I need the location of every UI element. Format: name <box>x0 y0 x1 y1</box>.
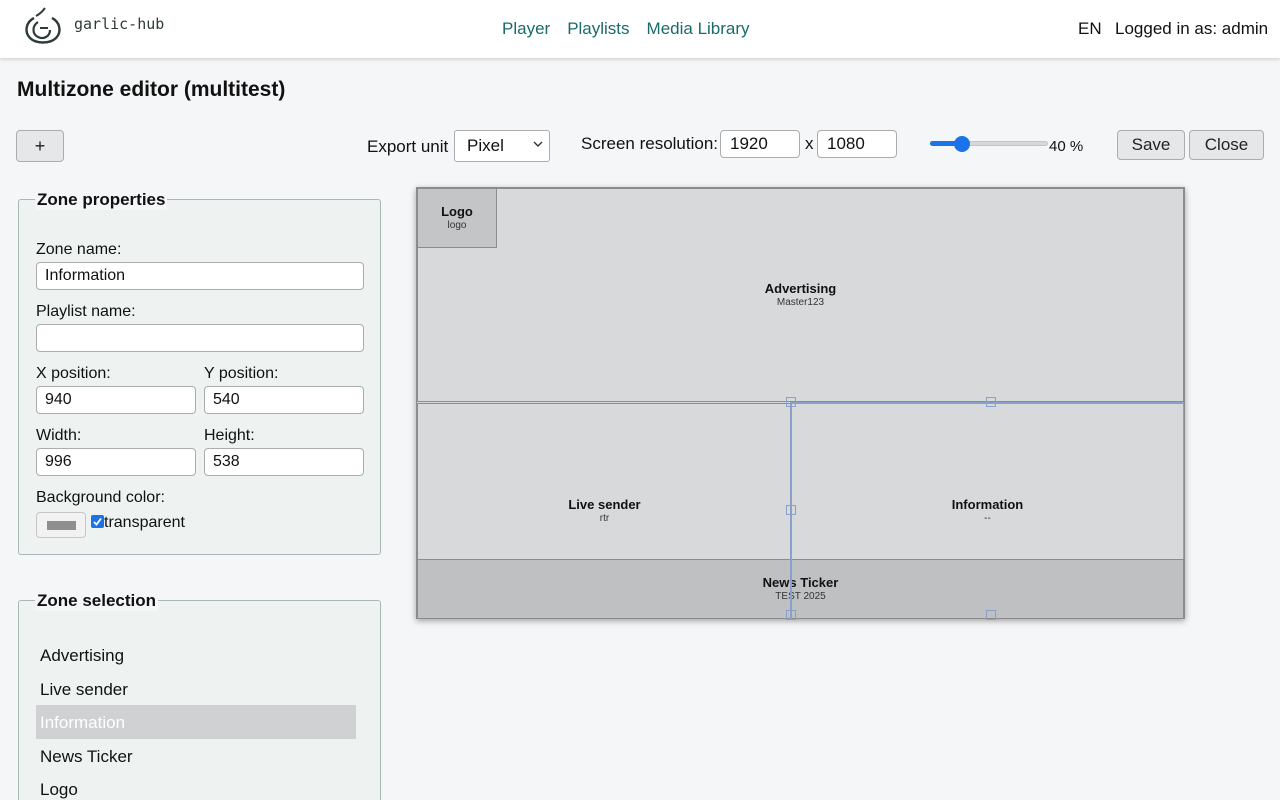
zoom-percent: 40 % <box>1049 138 1084 155</box>
add-zone-button[interactable]: + <box>16 130 64 162</box>
zone-name-label: Zone name: <box>36 241 122 258</box>
resize-handle-bottom[interactable] <box>986 610 996 620</box>
resize-handle-left[interactable] <box>786 505 796 515</box>
zone-selection-panel: Zone selection Advertising Live sender I… <box>18 591 381 800</box>
screen-resolution-label: Screen resolution: <box>581 134 719 153</box>
zone-list-item[interactable]: Live sender <box>36 672 356 706</box>
x-position-input[interactable]: 940 <box>36 386 196 414</box>
zone-playlist: Master123 <box>776 297 825 308</box>
width-label: Width: <box>36 427 82 444</box>
resolution-separator: x <box>805 134 814 153</box>
nav-player-link[interactable]: Player <box>502 19 550 39</box>
background-color-picker[interactable] <box>36 512 86 538</box>
nav-media-library-link[interactable]: Media Library <box>647 19 750 39</box>
zone-playlist: -- <box>984 513 991 524</box>
playlist-name-label: Playlist name: <box>36 303 136 320</box>
close-button[interactable]: Close <box>1189 130 1264 160</box>
color-swatch <box>47 521 76 530</box>
chevron-down-icon <box>533 141 543 147</box>
export-unit-select[interactable]: Pixel <box>454 130 550 162</box>
zone-advertising[interactable]: Advertising Master123 <box>417 188 1184 402</box>
zone-title: Advertising <box>764 281 837 296</box>
width-input[interactable]: 996 <box>36 448 196 476</box>
logo[interactable]: garlic-hub <box>20 6 164 46</box>
zone-name-input[interactable]: Information <box>36 262 364 290</box>
zone-list-item-selected[interactable]: Information <box>36 705 356 739</box>
zone-playlist: rtr <box>599 513 610 524</box>
resize-handle-top-left[interactable] <box>786 397 796 407</box>
zone-title: Live sender <box>568 497 641 512</box>
zone-list-item[interactable]: Advertising <box>36 638 356 672</box>
transparent-checkbox[interactable] <box>91 515 104 528</box>
zone-list-item[interactable]: News Ticker <box>36 739 356 773</box>
zone-news-ticker[interactable]: News Ticker TEST 2025 <box>417 559 1184 619</box>
resolution-width-input[interactable]: 1920 <box>720 130 800 158</box>
zone-properties-panel: Zone properties Zone name: Information P… <box>18 190 381 555</box>
zoom-slider[interactable] <box>930 136 1048 152</box>
resize-handle-bottom-left[interactable] <box>786 610 796 620</box>
top-bar: garlic-hub Player Playlists Media Librar… <box>0 0 1280 58</box>
export-unit-label: Export unit <box>367 137 449 156</box>
zone-selection-legend: Zone selection <box>35 591 159 611</box>
height-input[interactable]: 538 <box>204 448 364 476</box>
zone-title: Information <box>951 497 1024 512</box>
logged-in-user[interactable]: Logged in as: admin <box>1115 19 1268 39</box>
height-label: Height: <box>204 427 255 444</box>
zone-playlist: TEST 2025 <box>775 591 826 602</box>
page-title: Multizone editor (multitest) <box>17 78 286 101</box>
zone-playlist: logo <box>447 220 467 231</box>
playlist-name-input[interactable] <box>36 324 364 352</box>
export-unit-value: Pixel <box>467 136 504 155</box>
x-position-label: X position: <box>36 365 111 382</box>
transparent-label: transparent <box>104 514 185 531</box>
resize-handle-top[interactable] <box>986 397 996 407</box>
zone-properties-legend: Zone properties <box>35 190 168 210</box>
zone-list: Advertising Live sender Information News… <box>36 638 356 800</box>
background-color-label: Background color: <box>36 489 165 506</box>
zone-canvas[interactable]: Advertising Master123 Live sender rtr In… <box>416 187 1185 620</box>
y-position-label: Y position: <box>204 365 279 382</box>
checkmark-icon <box>93 517 102 526</box>
language-selector[interactable]: EN <box>1078 19 1102 39</box>
save-button[interactable]: Save <box>1117 130 1185 160</box>
garlic-logo-icon <box>25 7 61 44</box>
logo-text: garlic-hub <box>74 15 165 33</box>
zone-list-item[interactable]: Logo <box>36 772 356 800</box>
zone-logo[interactable]: Logo logo <box>417 188 497 248</box>
y-position-input[interactable]: 540 <box>204 386 364 414</box>
zone-title: Logo <box>441 204 473 219</box>
resolution-height-input[interactable]: 1080 <box>817 130 897 158</box>
zoom-slider-thumb[interactable] <box>954 136 970 152</box>
zone-title: News Ticker <box>762 575 839 590</box>
main-nav: Player Playlists Media Library <box>502 19 750 39</box>
nav-playlists-link[interactable]: Playlists <box>567 19 629 39</box>
